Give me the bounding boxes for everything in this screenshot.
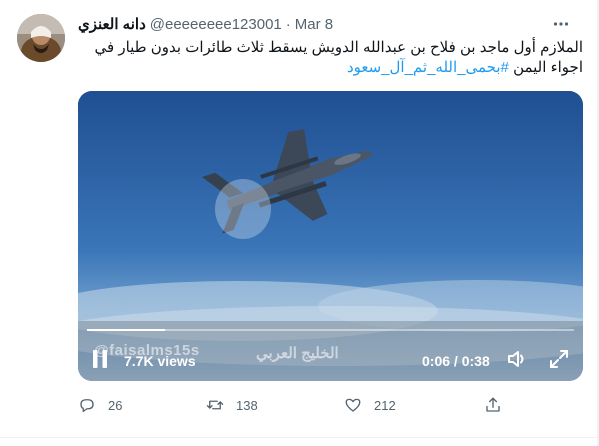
hashtag-link[interactable]: #بحمى_الله_ثم_آل_سعود <box>347 59 509 76</box>
display-name[interactable]: دانه العنزي <box>78 15 146 33</box>
like-count: 212 <box>374 397 396 413</box>
tweet-header: دانه العنزي @eeeeeeee123001 · Mar 8 <box>78 12 579 36</box>
video-timer: 0:06 / 0:38 <box>422 353 490 369</box>
video-watermark-arabic: الخليج العربي <box>256 345 339 362</box>
timer-separator: / <box>450 353 462 369</box>
video-progress-bar[interactable] <box>87 329 574 331</box>
video-frame <box>78 91 583 381</box>
like-button[interactable]: 212 <box>344 393 396 417</box>
avatar[interactable] <box>17 14 65 62</box>
share-button[interactable] <box>484 393 502 417</box>
tweet-text: الملازم أول ماجد بن فلاح بن عبدالله الدو… <box>78 38 583 78</box>
tweet-card: دانه العنزي @eeeeeeee123001 · Mar 8 المل… <box>0 0 599 446</box>
retweet-icon <box>206 400 224 410</box>
view-count: 7.7K views <box>124 353 196 369</box>
reply-count: 26 <box>108 397 123 413</box>
video-duration: 0:38 <box>461 353 490 369</box>
video-player[interactable]: @faisalms15s الخليج العربي 7.7K views 0:… <box>78 91 583 381</box>
retweet-count: 138 <box>236 397 258 413</box>
tweet-divider <box>0 437 597 438</box>
video-elapsed: 0:06 <box>422 353 451 369</box>
reply-icon <box>80 399 94 413</box>
retweet-button[interactable]: 138 <box>206 393 258 417</box>
reply-button[interactable]: 26 <box>78 393 122 417</box>
volume-icon[interactable] <box>505 347 529 371</box>
separator-dot: · <box>285 15 291 33</box>
user-handle[interactable]: @eeeeeeee123001 <box>150 16 282 33</box>
more-options-icon[interactable] <box>549 12 573 36</box>
fullscreen-icon[interactable] <box>547 347 571 371</box>
pause-icon[interactable] <box>90 348 110 370</box>
tweet-timestamp[interactable]: Mar 8 <box>295 16 333 33</box>
share-icon <box>486 397 500 412</box>
heart-icon <box>345 398 361 412</box>
video-progress-fill <box>87 329 165 331</box>
tweet-body: الملازم أول ماجد بن فلاح بن عبدالله الدو… <box>94 39 583 76</box>
tweet-actions: 26 138 212 <box>78 393 583 417</box>
